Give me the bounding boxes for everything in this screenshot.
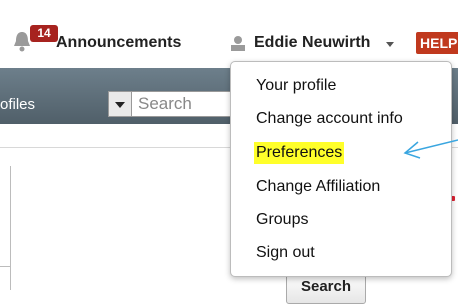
menu-item-change-account-info[interactable]: Change account info <box>256 108 403 130</box>
user-icon <box>231 36 245 51</box>
bell-icon[interactable] <box>12 30 32 52</box>
menu-item-preferences[interactable]: Preferences <box>254 142 345 164</box>
help-button[interactable]: HELP <box>416 32 458 54</box>
menu-item-your-profile[interactable]: Your profile <box>256 75 336 97</box>
search-button[interactable]: Search <box>286 274 366 304</box>
left-panel <box>0 166 11 290</box>
user-menu-toggle[interactable]: Eddie Neuwirth <box>254 34 370 52</box>
menu-item-sign-out[interactable]: Sign out <box>256 242 315 264</box>
menu-item-change-affiliation[interactable]: Change Affiliation <box>256 176 380 198</box>
menu-item-groups[interactable]: Groups <box>256 209 308 231</box>
announcements-link[interactable]: Announcements <box>56 34 181 52</box>
category-select-label[interactable]: ofiles <box>0 96 35 113</box>
user-dropdown-menu: Your profile Change account info Prefere… <box>230 61 452 277</box>
top-header: 14 Announcements Eddie Neuwirth HELP <box>0 0 458 68</box>
notification-badge[interactable]: 14 <box>30 25 58 42</box>
search-input[interactable]: Search <box>131 91 241 117</box>
category-dropdown-button[interactable] <box>108 91 132 117</box>
left-panel-divider <box>0 266 10 267</box>
chevron-down-icon[interactable] <box>386 42 394 47</box>
